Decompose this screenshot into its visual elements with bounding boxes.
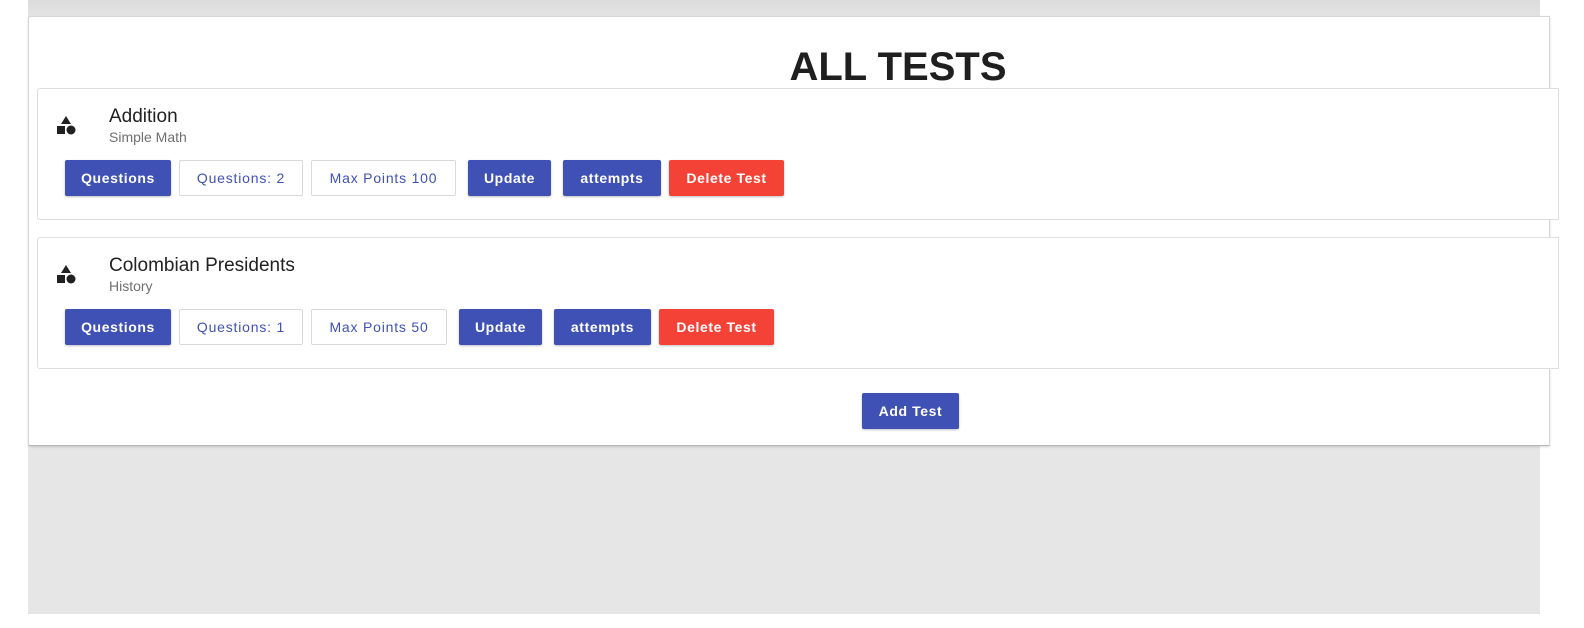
tests-panel: ALL TESTS bbox=[28, 16, 1550, 446]
test-card: Colombian Presidents History Questions Q… bbox=[37, 237, 1559, 369]
add-test-button[interactable]: Add Test bbox=[862, 393, 959, 429]
test-subtitle: Simple Math bbox=[109, 129, 187, 145]
test-title: Colombian Presidents bbox=[109, 255, 295, 276]
questions-button[interactable]: Questions bbox=[65, 309, 171, 345]
delete-test-button[interactable]: Delete Test bbox=[659, 309, 774, 345]
max-points-button[interactable]: Max Points 100 bbox=[311, 160, 456, 196]
shapes-icon bbox=[57, 265, 76, 284]
questions-count-button[interactable]: Questions: 2 bbox=[179, 160, 303, 196]
attempts-button[interactable]: attempts bbox=[563, 160, 661, 196]
test-title: Addition bbox=[109, 106, 178, 127]
questions-count-button[interactable]: Questions: 1 bbox=[179, 309, 303, 345]
page-title: ALL TESTS bbox=[789, 45, 1007, 89]
test-subtitle: History bbox=[109, 278, 153, 294]
update-button[interactable]: Update bbox=[468, 160, 551, 196]
questions-button[interactable]: Questions bbox=[65, 160, 171, 196]
top-bar-shadow bbox=[28, 0, 1540, 17]
attempts-button[interactable]: attempts bbox=[554, 309, 651, 345]
update-button[interactable]: Update bbox=[459, 309, 542, 345]
delete-test-button[interactable]: Delete Test bbox=[669, 160, 784, 196]
test-card: Addition Simple Math Questions Questions… bbox=[37, 88, 1559, 220]
max-points-button[interactable]: Max Points 50 bbox=[311, 309, 447, 345]
shapes-icon bbox=[57, 116, 76, 135]
